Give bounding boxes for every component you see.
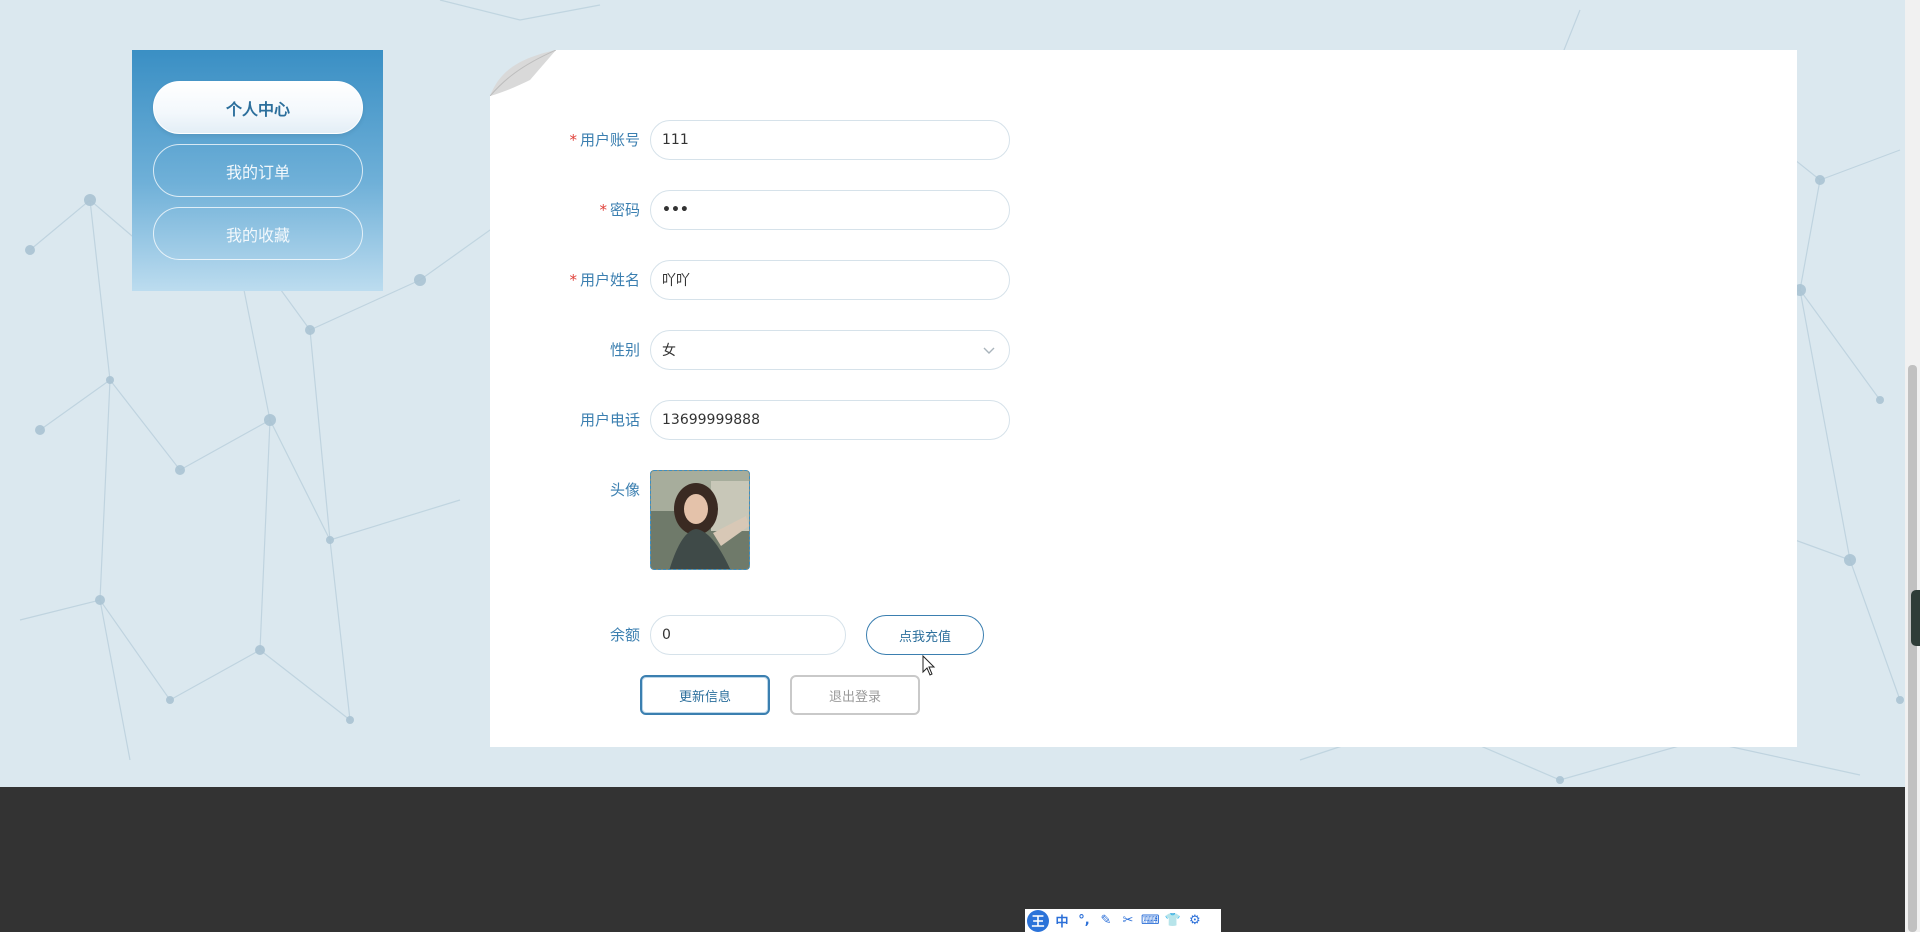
- footer: [0, 787, 1905, 932]
- ime-pen-icon[interactable]: ✎: [1097, 913, 1115, 928]
- ime-punctuation-icon[interactable]: °,: [1075, 913, 1093, 928]
- balance-label: 余额: [609, 626, 640, 644]
- account-label: * 用户账号: [569, 120, 640, 160]
- ime-toolbar: 王 中 °, ✎ ✂ ⌨ 👕 ⚙: [1025, 909, 1221, 932]
- name-label-wrap: * 用户姓名: [490, 260, 640, 300]
- account-field[interactable]: [650, 120, 1010, 160]
- password-label-wrap: * 密码: [490, 190, 640, 230]
- menu-item-my-orders[interactable]: 我的订单: [153, 144, 363, 197]
- required-mark: *: [569, 271, 577, 289]
- update-info-button[interactable]: 更新信息: [640, 675, 770, 715]
- scrollbar-thumb[interactable]: [1908, 365, 1917, 932]
- account-label-wrap: * 用户账号: [490, 120, 640, 160]
- menu-item-label: 我的订单: [225, 162, 290, 182]
- menu-item-label: 个人中心: [225, 99, 290, 119]
- name-input[interactable]: [662, 272, 1009, 288]
- password-label-text: 密码: [609, 201, 640, 219]
- ime-scissors-icon[interactable]: ✂: [1119, 913, 1137, 928]
- balance-field[interactable]: [650, 615, 846, 655]
- balance-label-wrap: 余额: [490, 615, 640, 655]
- gender-label: 性别: [609, 341, 640, 359]
- account-input[interactable]: [662, 132, 1009, 148]
- page-curl-decoration: [490, 50, 556, 96]
- menu-item-my-favorites[interactable]: 我的收藏: [153, 207, 363, 260]
- name-label-text: 用户姓名: [579, 271, 640, 289]
- name-field[interactable]: [650, 260, 1010, 300]
- gender-selected-value: 女: [662, 343, 676, 359]
- avatar-label: 头像: [609, 481, 640, 499]
- password-masked-value: •••: [662, 202, 689, 218]
- required-mark: *: [569, 131, 577, 149]
- phone-label: 用户电话: [579, 411, 640, 429]
- phone-label-wrap: 用户电话: [490, 400, 640, 440]
- ime-skin-icon[interactable]: 👕: [1164, 913, 1182, 928]
- avatar-image: [651, 471, 749, 569]
- ime-logo-icon[interactable]: 王: [1027, 909, 1049, 932]
- phone-field[interactable]: [650, 400, 1010, 440]
- balance-input[interactable]: [662, 627, 845, 643]
- ime-settings-icon[interactable]: ⚙: [1186, 913, 1204, 928]
- required-mark: *: [599, 201, 607, 219]
- gender-label-wrap: 性别: [490, 330, 640, 370]
- ime-chinese-mode[interactable]: 中: [1053, 911, 1071, 930]
- side-menu: 个人中心 我的订单 我的收藏: [132, 50, 383, 291]
- mouse-cursor-icon: [922, 655, 936, 676]
- password-field[interactable]: •••: [650, 190, 1010, 230]
- gender-select[interactable]: 女: [650, 330, 1010, 370]
- account-label-text: 用户账号: [579, 131, 640, 149]
- menu-item-label: 我的收藏: [225, 225, 290, 245]
- avatar-upload[interactable]: [650, 470, 750, 570]
- side-widget-tab[interactable]: [1911, 590, 1920, 646]
- menu-item-personal-center[interactable]: 个人中心: [153, 81, 363, 134]
- password-label: * 密码: [599, 190, 640, 230]
- avatar-label-wrap: 头像: [490, 470, 640, 510]
- name-label: * 用户姓名: [569, 260, 640, 300]
- phone-input[interactable]: [662, 412, 1009, 428]
- logout-button[interactable]: 退出登录: [790, 675, 920, 715]
- recharge-button[interactable]: 点我充值: [866, 615, 984, 655]
- chevron-down-icon: [983, 347, 995, 354]
- ime-keyboard-icon[interactable]: ⌨: [1141, 913, 1160, 928]
